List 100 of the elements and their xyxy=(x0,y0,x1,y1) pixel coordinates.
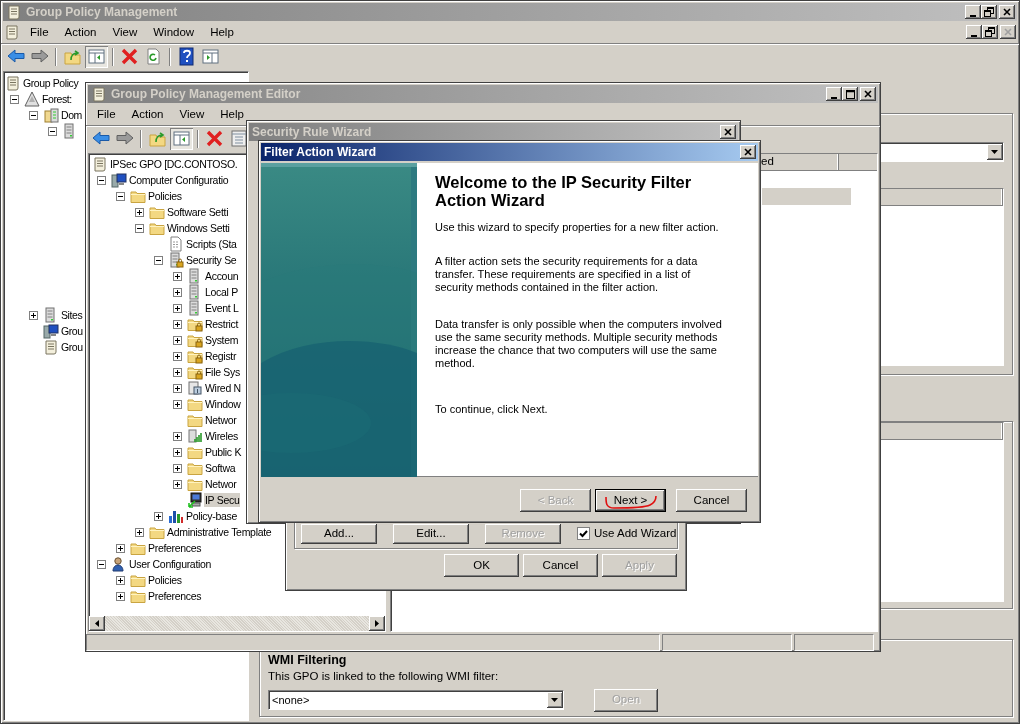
close-button[interactable] xyxy=(740,145,756,159)
tree-item[interactable]: Grou xyxy=(61,324,83,338)
tree-item[interactable]: File Sys xyxy=(204,365,241,379)
tree-item[interactable]: Grou xyxy=(61,340,83,354)
scrollbar[interactable] xyxy=(89,616,385,631)
menu-item[interactable]: Window xyxy=(145,23,203,41)
tree-item[interactable]: Scripts (Sta xyxy=(185,237,238,251)
tree-item[interactable]: Sites xyxy=(61,308,83,322)
tree-item[interactable]: Accoun xyxy=(204,269,240,283)
tree-item[interactable]: Registr xyxy=(204,349,238,363)
menu-item[interactable]: File xyxy=(89,105,124,123)
tree-toggle[interactable] xyxy=(173,319,182,329)
maximize-button[interactable] xyxy=(842,87,858,101)
tree-toggle[interactable] xyxy=(29,110,38,120)
tree-toggle[interactable] xyxy=(116,575,125,585)
tree-toggle[interactable] xyxy=(173,431,182,441)
tree-toggle[interactable] xyxy=(135,207,144,217)
tree-item[interactable]: Security Se xyxy=(185,253,238,267)
tree-item[interactable]: Restrict xyxy=(204,317,240,331)
caret-icon[interactable] xyxy=(551,697,559,703)
tree-toggle[interactable] xyxy=(154,511,163,521)
tree-item[interactable]: Softwa xyxy=(204,461,237,475)
caret-icon[interactable] xyxy=(991,149,999,155)
tree-item[interactable]: Forest: xyxy=(42,92,72,106)
tree-item[interactable]: Policies xyxy=(147,573,183,587)
delete-icon[interactable] xyxy=(119,46,140,67)
tree-toggle[interactable] xyxy=(48,126,57,136)
properties-icon[interactable] xyxy=(228,128,249,149)
menu-item[interactable]: Help xyxy=(212,105,252,123)
menu-item[interactable]: Help xyxy=(202,23,242,41)
tree-toggle[interactable] xyxy=(97,559,106,569)
tree-toggle[interactable] xyxy=(97,175,106,185)
minimize-button[interactable] xyxy=(965,5,981,19)
tree-item[interactable]: Preferences xyxy=(147,589,203,603)
tree-item[interactable]: Event L xyxy=(204,301,240,315)
tree-toggle[interactable] xyxy=(173,351,182,361)
tree-item[interactable]: IPSec GPO [DC.CONTOSO. xyxy=(109,157,239,171)
tree-item[interactable]: Administrative Template xyxy=(166,525,273,539)
dialog-button[interactable]: Add... xyxy=(301,524,377,544)
tree-toggle[interactable] xyxy=(173,271,182,281)
tree-item[interactable]: Networ xyxy=(204,413,238,427)
tree-toggle[interactable] xyxy=(116,543,125,553)
tree-item[interactable]: System xyxy=(204,333,240,347)
restore-button[interactable] xyxy=(981,5,997,19)
right-arrow-icon[interactable] xyxy=(374,619,380,628)
menu-item[interactable]: File xyxy=(22,23,57,41)
left-arrow-icon[interactable] xyxy=(94,619,100,628)
pane-toggle-icon[interactable] xyxy=(86,46,107,67)
tree-item[interactable]: Public K xyxy=(204,445,243,459)
tree-toggle[interactable] xyxy=(173,447,182,457)
tree-toggle[interactable] xyxy=(173,287,182,297)
dialog-button[interactable]: OK xyxy=(444,554,519,577)
tree-item[interactable]: Policies xyxy=(147,189,183,203)
tree-toggle[interactable] xyxy=(116,591,125,601)
tree-toggle[interactable] xyxy=(173,383,182,393)
tree-item[interactable]: Group Policy xyxy=(23,76,79,90)
close-button[interactable] xyxy=(720,125,736,139)
tree-item[interactable]: Software Setti xyxy=(166,205,230,219)
tree-toggle[interactable] xyxy=(154,255,163,265)
tree-item[interactable]: Wireles xyxy=(204,429,239,443)
wizard-button[interactable]: Next > xyxy=(595,489,666,512)
pane-toggle-icon[interactable] xyxy=(171,128,192,149)
tree-toggle[interactable] xyxy=(116,191,125,201)
menu-item[interactable]: View xyxy=(171,105,213,123)
dropdown[interactable]: <none> xyxy=(268,690,564,711)
tree-item[interactable]: Windows Setti xyxy=(166,221,231,235)
tree-toggle[interactable] xyxy=(173,399,182,409)
tree-toggle[interactable] xyxy=(135,223,144,233)
tree-item[interactable]: Dom xyxy=(61,108,82,122)
tree-item[interactable]: IP Secu xyxy=(204,493,241,507)
tree-toggle[interactable] xyxy=(10,94,19,104)
help-icon[interactable] xyxy=(176,46,197,67)
menu-item[interactable]: Action xyxy=(123,105,172,123)
close-button[interactable] xyxy=(1000,25,1016,39)
tree-toggle[interactable] xyxy=(173,335,182,345)
minimize-button[interactable] xyxy=(966,25,982,39)
tree-item[interactable]: Local P xyxy=(204,285,239,299)
minimize-button[interactable] xyxy=(826,87,842,101)
tree-toggle[interactable] xyxy=(29,310,38,320)
tree-item[interactable]: Computer Configuratio xyxy=(128,173,230,187)
close-button[interactable] xyxy=(860,87,876,101)
menu-item[interactable]: View xyxy=(104,23,146,41)
tree-toggle[interactable] xyxy=(173,463,182,473)
tree-toggle[interactable] xyxy=(173,479,182,489)
tree-item[interactable]: Window xyxy=(204,397,242,411)
close-button[interactable] xyxy=(999,5,1015,19)
dialog-button[interactable]: Cancel xyxy=(523,554,598,577)
tree-toggle[interactable] xyxy=(173,303,182,313)
tree-toggle[interactable] xyxy=(135,527,144,537)
tree-toggle[interactable] xyxy=(173,367,182,377)
tree-item[interactable]: User Configuration xyxy=(128,557,213,571)
wizard-button[interactable]: Cancel xyxy=(676,489,747,512)
tree-item[interactable]: Networ xyxy=(204,477,238,491)
menu-item[interactable]: Action xyxy=(56,23,105,41)
checkbox[interactable] xyxy=(577,527,590,541)
dialog-button[interactable]: Edit... xyxy=(393,524,469,544)
tree-item[interactable]: Wired N xyxy=(204,381,242,395)
tree-item[interactable]: Preferences xyxy=(147,541,203,555)
tree-item[interactable]: Policy-base xyxy=(185,509,238,523)
restore-button[interactable] xyxy=(982,25,998,39)
